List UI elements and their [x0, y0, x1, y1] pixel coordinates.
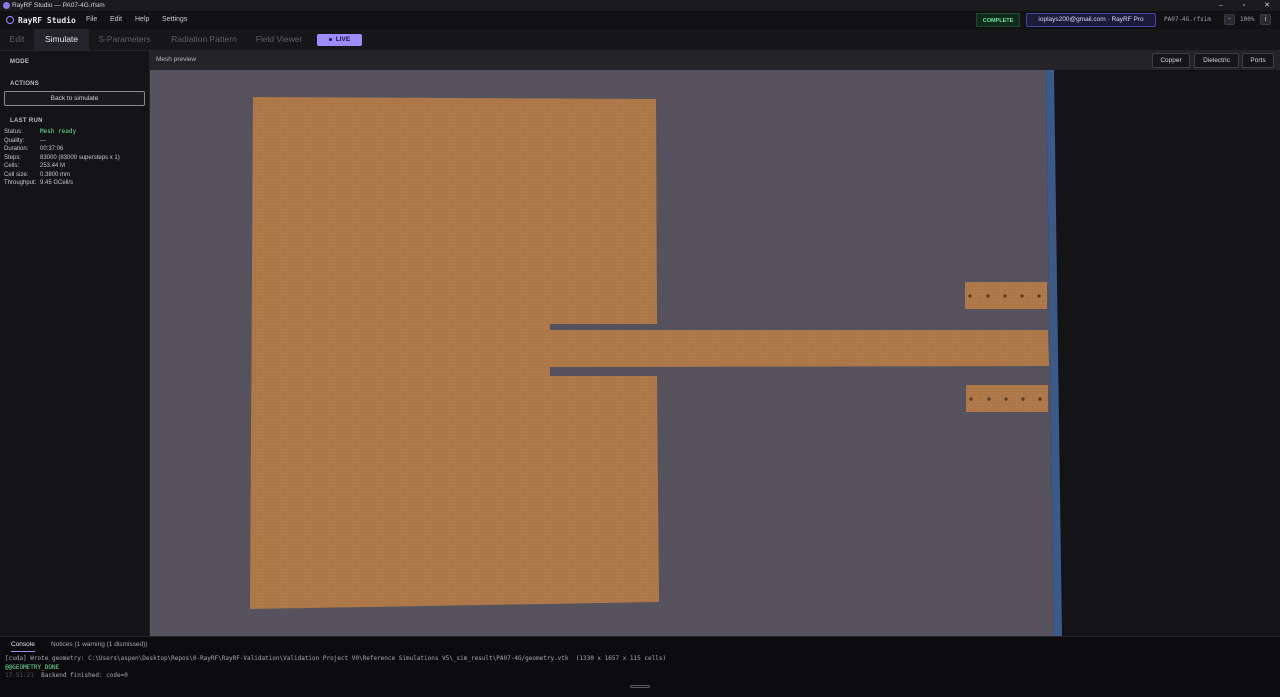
viewport-header: Mesh preview Copper Dielectric Ports — [150, 51, 1280, 70]
rayrf-logo-icon — [6, 16, 14, 24]
maximize-button[interactable]: ▫ — [1233, 0, 1255, 11]
zoom-out-button[interactable]: - — [1224, 14, 1235, 25]
close-button[interactable]: ✕ — [1256, 0, 1278, 11]
app-icon — [3, 2, 10, 9]
tab-radiation-pattern[interactable]: Radiation Pattern — [164, 29, 244, 50]
menu-bar: RayRF Studio File Edit Help Settings COM… — [0, 11, 1280, 30]
brand-name: RayRF Studio — [18, 15, 76, 25]
minimize-button[interactable]: – — [1210, 0, 1232, 11]
last-run-header: LAST RUN — [10, 118, 43, 124]
dielectric-layer-button[interactable]: Dielectric — [1194, 53, 1239, 68]
viewport-title: Mesh preview — [156, 56, 197, 63]
menu-help[interactable]: Help — [135, 14, 149, 25]
tab-field-viewer[interactable]: Field Viewer — [250, 29, 308, 50]
live-badge[interactable]: LIVE — [317, 34, 362, 46]
info-icon[interactable]: i — [1260, 14, 1271, 25]
port-pad-bottom-mesh — [966, 385, 1048, 412]
menu-file[interactable]: File — [86, 14, 97, 25]
status-badge: COMPLETE — [976, 13, 1020, 27]
mesh-preview-canvas[interactable] — [150, 70, 1280, 636]
tab-simulate[interactable]: Simulate — [34, 29, 89, 50]
stat-throughput: Throughput: 9.45 GCell/s — [4, 180, 74, 186]
sidebar: MODE ACTIONS Back to simulate LAST RUN S… — [0, 51, 150, 636]
os-title-bar: RayRF Studio — PA07-4G.rfsim – ▫ ✕ — [0, 0, 1280, 11]
window-title: RayRF Studio — PA07-4G.rfsim — [12, 2, 105, 9]
tab-s-parameters[interactable]: S-Parameters — [91, 29, 158, 50]
console-line: 17:51:21 Backend finished: code=0 — [5, 672, 128, 679]
live-dot-icon — [328, 37, 332, 41]
actions-header: ACTIONS — [10, 81, 40, 87]
console-line: @@GEOMETRY_DONE — [5, 663, 60, 671]
port-pad-top-mesh — [965, 282, 1047, 309]
console-panel: Console Notices (1 warning (1 dismissed)… — [0, 636, 1280, 697]
tab-console[interactable]: Console — [11, 639, 35, 652]
back-to-simulate-button[interactable]: Back to simulate — [4, 91, 145, 106]
console-line: [cuda] Wrote geometry: C:\Users\aspen\De… — [5, 655, 667, 662]
stat-status: Status: Mesh ready — [4, 128, 77, 135]
tab-notices[interactable]: Notices (1 warning (1 dismissed)) — [51, 639, 147, 651]
mode-header: MODE — [10, 59, 30, 65]
feed-line-mesh — [550, 330, 1049, 367]
stat-cells: Cells: 253.44 M — [4, 163, 66, 169]
mode-tab-bar: Edit Simulate S-Parameters Radiation Pat… — [0, 29, 1280, 51]
copper-layer-button[interactable]: Copper — [1152, 53, 1190, 68]
stat-cell-size: Cell size: 0.3800 mm — [4, 171, 71, 178]
stat-quality: Quality: — — [4, 137, 46, 144]
mesh-preview-svg — [150, 70, 1062, 636]
file-name: PA07-4G.rfsim — [1164, 16, 1211, 23]
stat-steps: Steps: 83000 (83000 supersteps x 1) — [4, 154, 120, 161]
menu-settings[interactable]: Settings — [162, 14, 187, 25]
brand: RayRF Studio — [6, 14, 76, 26]
ports-layer-button[interactable]: Ports — [1242, 53, 1274, 68]
zoom-level: 100% — [1240, 16, 1255, 23]
live-label: LIVE — [335, 36, 351, 43]
console-resize-handle[interactable] — [630, 685, 650, 688]
stat-duration: Duration: 00:37:06 — [4, 146, 64, 152]
menu-edit[interactable]: Edit — [110, 14, 122, 25]
account-button[interactable]: ioplays200@gmail.com · RayRF Pro — [1026, 13, 1156, 27]
tab-edit[interactable]: Edit — [0, 29, 34, 50]
